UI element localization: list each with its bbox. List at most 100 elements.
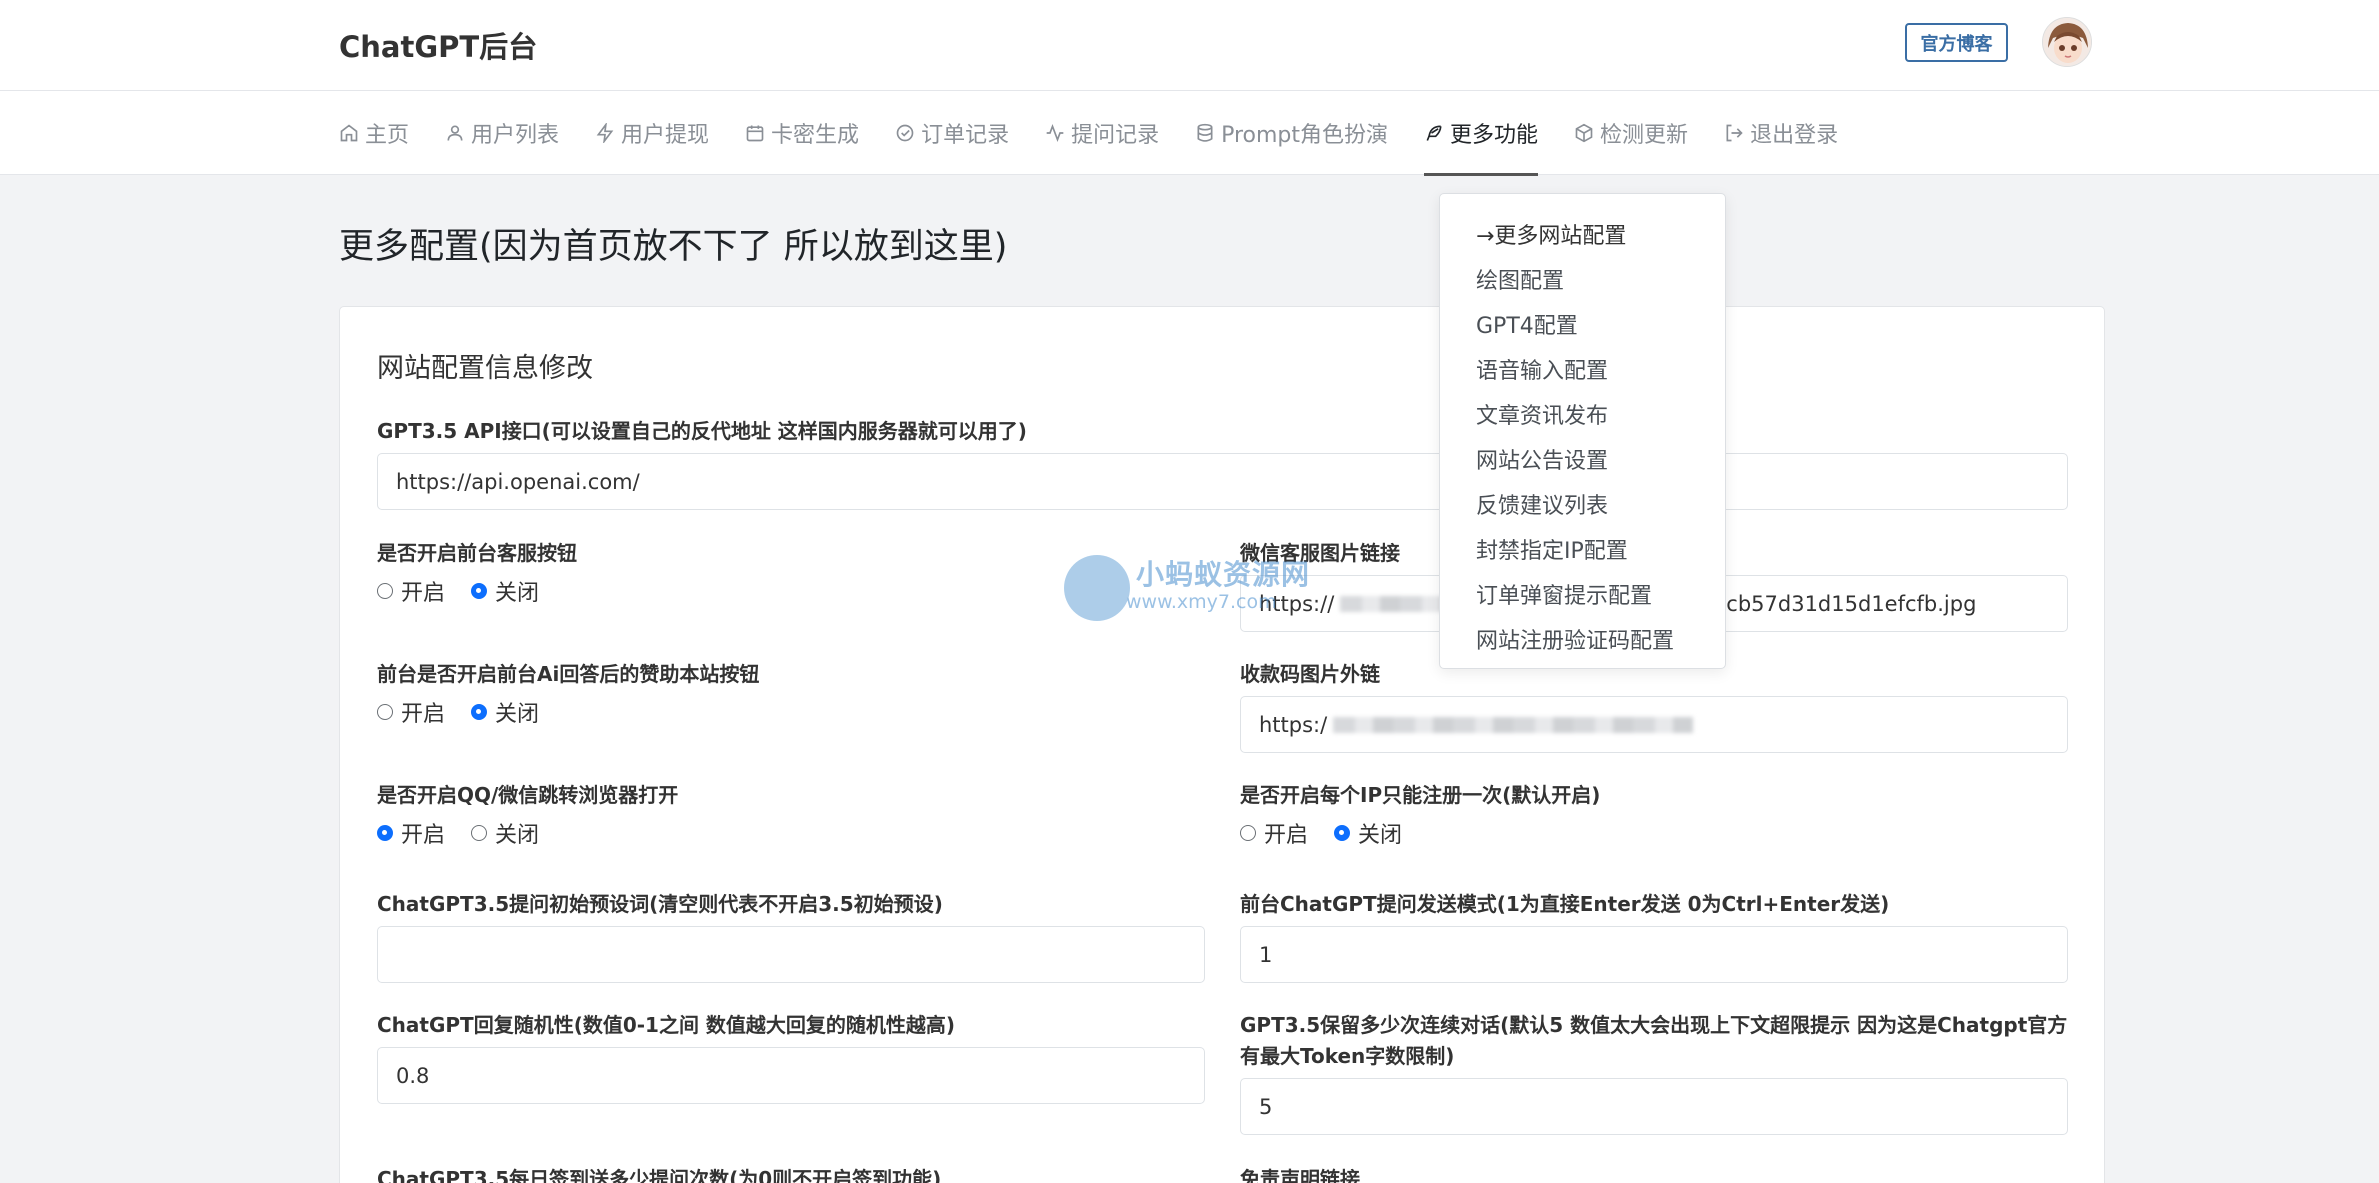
send-mode-input[interactable]: 1 [1240, 926, 2068, 983]
service-button-off-option[interactable]: 关闭 [471, 575, 539, 607]
radio-label: 关闭 [495, 823, 540, 848]
dropdown-item-feedback-list[interactable]: 反馈建议列表 [1440, 484, 1725, 529]
database-icon [1197, 123, 1213, 142]
preset-label: ChatGPT3.5提问初始预设词(清空则代表不开启3.5初始预设) [377, 892, 943, 916]
lightning-icon [596, 123, 614, 143]
top-header: ChatGPT后台 官方博客 [0, 0, 2379, 91]
disclaimer-label: 免责声明链接 [1240, 1167, 1360, 1183]
api-label: GPT3.5 API接口(可以设置自己的反代地址 这样国内服务器就可以用了) [377, 419, 1027, 443]
wechat-image-label: 微信客服图片链接 [1240, 541, 1400, 565]
logout-icon [1726, 124, 1743, 142]
nav-item-withdraw[interactable]: 用户提现 [595, 91, 709, 175]
randomness-label: ChatGPT回复随机性(数值0-1之间 数值越大回复的随机性越高) [377, 1013, 956, 1037]
nav-item-prompt-roleplay[interactable]: Prompt角色扮演 [1195, 91, 1388, 175]
dropdown-item-drawing-config[interactable]: 绘图配置 [1440, 259, 1725, 304]
radio-label: 开启 [1264, 823, 1309, 848]
nav-item-card-keys[interactable]: 卡密生成 [745, 91, 859, 175]
radio-label: 开启 [401, 581, 446, 606]
preset-input[interactable] [377, 926, 1205, 983]
nav-label: 用户列表 [471, 123, 560, 148]
nav-label: 退出登录 [1750, 123, 1839, 148]
box-icon [1575, 123, 1593, 143]
radio-label: 关闭 [495, 581, 540, 606]
dropdown-item-gpt4-config[interactable]: GPT4配置 [1440, 304, 1725, 349]
sponsor-button-on-option[interactable]: 开启 [377, 696, 445, 728]
dropdown-item-order-popup[interactable]: 订单弹窗提示配置 [1440, 574, 1725, 619]
user-icon [447, 125, 463, 141]
pay-qr-label: 收款码图片外链 [1240, 662, 1380, 686]
nav-item-questions[interactable]: 提问记录 [1045, 91, 1159, 175]
nav-item-check-update[interactable]: 检测更新 [1574, 91, 1688, 175]
sponsor-button-label: 前台是否开启前台Ai回答后的赞助本站按钮 [377, 662, 760, 686]
checkin-label: ChatGPT3.5每日签到送多少提问次数(为0则不开启签到功能) [377, 1167, 942, 1183]
service-button-radio-group: 开启 关闭 [377, 575, 565, 607]
radio-label: 开启 [401, 823, 446, 848]
nav-item-orders[interactable]: 订单记录 [895, 91, 1009, 175]
api-input[interactable]: https://api.openai.com/ [377, 453, 2068, 510]
service-button-on-option[interactable]: 开启 [377, 575, 445, 607]
radio-on[interactable] [377, 583, 393, 599]
ip-once-label: 是否开启每个IP只能注册一次(默认开启) [1240, 783, 1601, 807]
qq-jump-radio-group: 开启 关闭 [377, 817, 565, 849]
dropdown-item-site-notice[interactable]: 网站公告设置 [1440, 439, 1725, 484]
site-config-card: 网站配置信息修改 GPT3.5 API接口(可以设置自己的反代地址 这样国内服务… [339, 306, 2105, 1183]
more-features-dropdown: →更多网站配置 绘图配置 GPT4配置 语音输入配置 文章资讯发布 网站公告设置… [1439, 193, 1726, 669]
radio-on[interactable] [377, 825, 393, 841]
input-value-start: https:// [1259, 591, 1335, 616]
main-nav: 主页 用户列表 用户提现 卡密生成 订单记录 提问记录 Prompt角色扮演 更… [0, 91, 2379, 176]
qq-jump-off-option[interactable]: 关闭 [471, 817, 539, 849]
nav-label: 用户提现 [621, 123, 710, 148]
card-title: 网站配置信息修改 [377, 353, 593, 384]
nav-label: 检测更新 [1600, 123, 1689, 148]
pay-qr-input[interactable]: https:/ [1240, 696, 2068, 753]
sponsor-button-off-option[interactable]: 关闭 [471, 696, 539, 728]
ip-once-on-option[interactable]: 开启 [1240, 817, 1308, 849]
dropdown-item-register-captcha[interactable]: 网站注册验证码配置 [1440, 619, 1725, 664]
home-icon [340, 124, 358, 142]
anime-avatar-icon[interactable] [2042, 17, 2092, 67]
radio-off[interactable] [471, 583, 488, 599]
dropdown-item-more-site-config[interactable]: →更多网站配置 [1440, 214, 1725, 259]
ip-once-off-option[interactable]: 关闭 [1334, 817, 1402, 849]
official-blog-button[interactable]: 官方博客 [1905, 23, 2008, 62]
service-button-label: 是否开启前台客服按钮 [377, 541, 577, 565]
brand-title[interactable]: ChatGPT后台 [339, 24, 537, 66]
dropdown-item-article-publish[interactable]: 文章资讯发布 [1440, 394, 1725, 439]
radio-on[interactable] [1240, 825, 1256, 841]
send-mode-label: 前台ChatGPT提问发送模式(1为直接Enter发送 0为Ctrl+Enter… [1240, 892, 1890, 916]
input-value-end: cb57d31d15d1efcfb.jpg [1726, 591, 1977, 616]
nav-label: 提问记录 [1071, 123, 1160, 148]
nav-item-more-features[interactable]: 更多功能 [1424, 91, 1539, 176]
radio-off[interactable] [1334, 825, 1351, 841]
nav-item-user-list[interactable]: 用户列表 [445, 91, 559, 175]
radio-off[interactable] [471, 825, 488, 841]
dropdown-item-ban-ip[interactable]: 封禁指定IP配置 [1440, 529, 1725, 574]
nav-label: 主页 [365, 123, 410, 148]
context-label-line2: 有最大Token字数限制) [1240, 1044, 1455, 1068]
nav-item-home[interactable]: 主页 [339, 91, 409, 175]
radio-off[interactable] [471, 704, 488, 720]
nav-item-logout[interactable]: 退出登录 [1724, 91, 1838, 175]
nav-label: 订单记录 [921, 123, 1010, 148]
dropdown-item-voice-input-config[interactable]: 语音输入配置 [1440, 349, 1725, 394]
nav-label: 卡密生成 [771, 123, 860, 148]
sponsor-button-radio-group: 开启 关闭 [377, 696, 565, 728]
nav-label: 更多功能 [1450, 123, 1539, 148]
radio-label: 关闭 [495, 702, 540, 727]
nav-label: Prompt角色扮演 [1221, 123, 1389, 148]
radio-on[interactable] [377, 704, 393, 720]
radio-label: 关闭 [1358, 823, 1403, 848]
context-label-line1: GPT3.5保留多少次连续对话(默认5 数值太大会出现上下文超限提示 因为这是C… [1240, 1013, 2068, 1037]
randomness-input[interactable]: 0.8 [377, 1047, 1205, 1104]
activity-icon [1046, 123, 1064, 143]
qq-jump-on-option[interactable]: 开启 [377, 817, 445, 849]
context-input[interactable]: 5 [1240, 1078, 2068, 1135]
blurred-text [1333, 716, 1694, 733]
ip-once-radio-group: 开启 关闭 [1240, 817, 1428, 849]
feather-icon [1426, 125, 1442, 141]
check-circle-icon [896, 124, 914, 142]
page-title: 更多配置(因为首页放不下了 所以放到这里) [339, 227, 1008, 267]
qq-jump-label: 是否开启QQ/微信跳转浏览器打开 [377, 783, 679, 807]
radio-label: 开启 [401, 702, 446, 727]
input-value-start: https:/ [1259, 712, 1328, 737]
